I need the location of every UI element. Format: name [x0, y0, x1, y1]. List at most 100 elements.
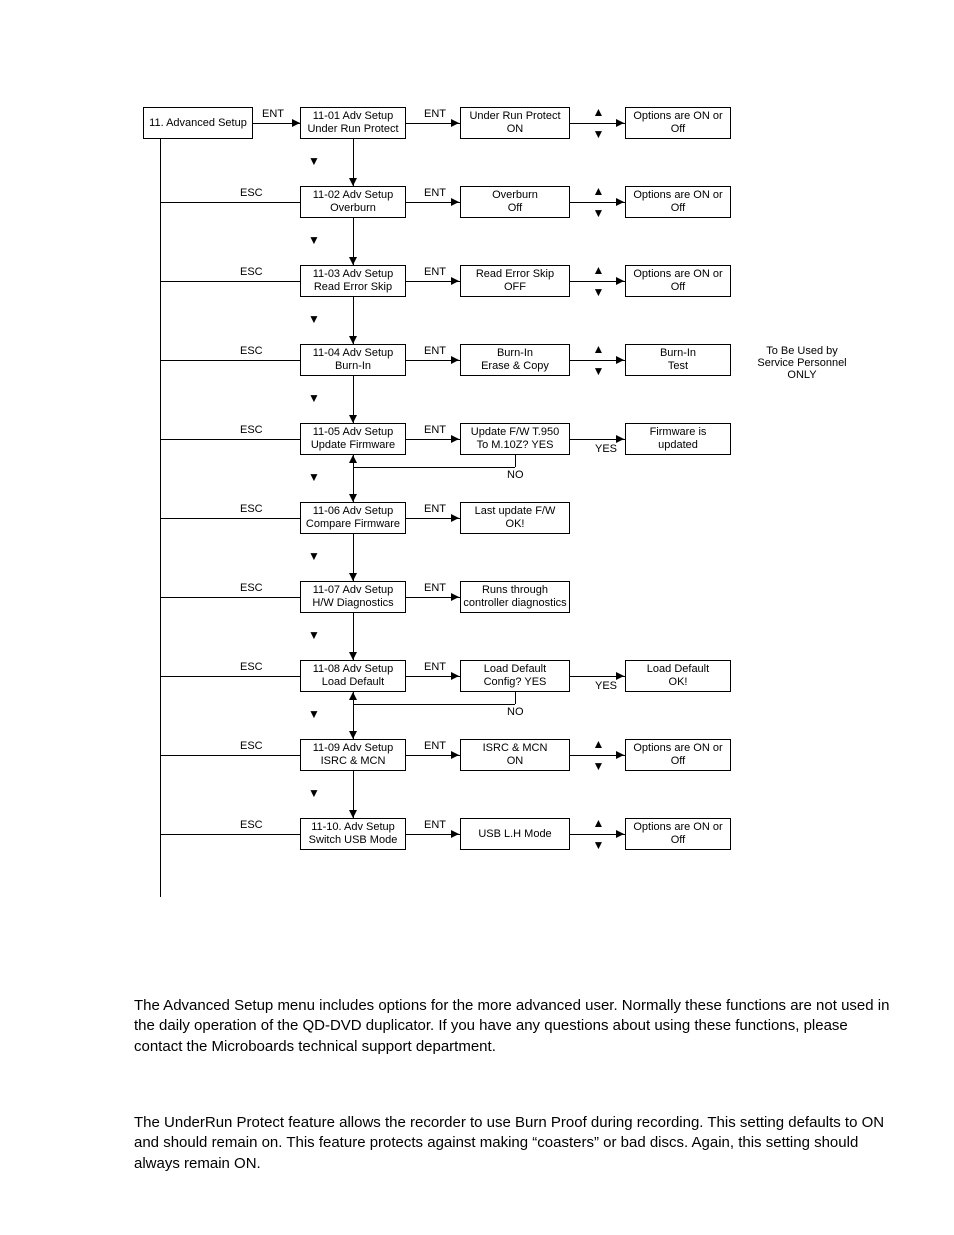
- ent-label: ENT: [424, 266, 446, 278]
- esc-label: ESC: [240, 503, 263, 515]
- esc-label: ESC: [240, 345, 263, 357]
- menu-box: 11-08 Adv Setup Load Default: [300, 660, 406, 692]
- state-box: Overburn Off: [460, 186, 570, 218]
- no-loop-h: [353, 467, 515, 468]
- state-result-arrow: [616, 356, 624, 364]
- down-arrow-icon: ▼: [308, 629, 320, 641]
- up-arrow-icon: ▲: [593, 106, 605, 118]
- down-arrow-icon: ▼: [593, 839, 605, 851]
- menu-box: 11-03 Adv Setup Read Error Skip: [300, 265, 406, 297]
- menu-down-arrow: [349, 731, 357, 739]
- esc-line: [160, 281, 300, 282]
- result-box: Options are ON or Off: [625, 265, 731, 297]
- up-arrow-icon: ▲: [593, 738, 605, 750]
- ent-label: ENT: [424, 108, 446, 120]
- down-arrow-icon: ▼: [593, 207, 605, 219]
- esc-label: ESC: [240, 187, 263, 199]
- row-note: To Be Used by Service Personnel ONLY: [747, 345, 857, 381]
- menu-down-arrow: [349, 652, 357, 660]
- yes-label: YES: [595, 680, 617, 692]
- esc-line: [160, 518, 300, 519]
- up-arrow-icon: ▲: [593, 817, 605, 829]
- no-label: NO: [507, 706, 524, 718]
- paragraph-2: The UnderRun Protect feature allows the …: [134, 1113, 894, 1174]
- ent-label: ENT: [424, 345, 446, 357]
- esc-line: [160, 360, 300, 361]
- ent-label: ENT: [424, 819, 446, 831]
- state-box: Last update F/W OK!: [460, 502, 570, 534]
- menu-down-arrow: [349, 494, 357, 502]
- esc-line: [160, 202, 300, 203]
- ent-arrow: [451, 672, 459, 680]
- menu-down-arrow: [349, 810, 357, 818]
- result-box: Options are ON or Off: [625, 739, 731, 771]
- down-arrow-icon: ▼: [593, 128, 605, 140]
- state-box: Burn-In Erase & Copy: [460, 344, 570, 376]
- state-box: Load Default Config? YES: [460, 660, 570, 692]
- root-ent-label: ENT: [262, 108, 284, 120]
- esc-label: ESC: [240, 266, 263, 278]
- esc-line: [160, 597, 300, 598]
- down-arrow-icon: ▼: [308, 313, 320, 325]
- menu-box: 11-07 Adv Setup H/W Diagnostics: [300, 581, 406, 613]
- ent-arrow: [451, 435, 459, 443]
- root-title: 11. Advanced Setup: [146, 117, 250, 130]
- state-result-arrow: [616, 277, 624, 285]
- ent-arrow: [451, 277, 459, 285]
- ent-arrow: [451, 356, 459, 364]
- down-arrow-icon: ▼: [308, 471, 320, 483]
- up-arrow-icon: ▲: [593, 264, 605, 276]
- state-result-arrow: [616, 198, 624, 206]
- down-arrow-icon: ▼: [308, 234, 320, 246]
- menu-down-arrow: [349, 257, 357, 265]
- ent-arrow: [451, 119, 459, 127]
- esc-line: [160, 676, 300, 677]
- result-box: Firmware is updated: [625, 423, 731, 455]
- result-box: Options are ON or Off: [625, 818, 731, 850]
- menu-box: 11-09 Adv Setup ISRC & MCN: [300, 739, 406, 771]
- down-arrow-icon: ▼: [308, 155, 320, 167]
- down-arrow-icon: ▼: [308, 550, 320, 562]
- result-box: Burn-In Test: [625, 344, 731, 376]
- ent-label: ENT: [424, 424, 446, 436]
- ent-arrow: [451, 593, 459, 601]
- down-arrow-icon: ▼: [593, 760, 605, 772]
- esc-line: [160, 755, 300, 756]
- menu-box: 11-06 Adv Setup Compare Firmware: [300, 502, 406, 534]
- esc-line: [160, 439, 300, 440]
- paragraph-1: The Advanced Setup menu includes options…: [134, 996, 894, 1057]
- no-label: NO: [507, 469, 524, 481]
- menu-box: 11-02 Adv Setup Overburn: [300, 186, 406, 218]
- up-arrow-icon: ▲: [593, 343, 605, 355]
- esc-line: [160, 834, 300, 835]
- menu-box: 11-04 Adv Setup Burn-In: [300, 344, 406, 376]
- state-result-arrow: [616, 751, 624, 759]
- yes-label: YES: [595, 443, 617, 455]
- root-box: 11. Advanced Setup: [143, 107, 253, 139]
- esc-label: ESC: [240, 661, 263, 673]
- esc-label: ESC: [240, 740, 263, 752]
- down-arrow-icon: ▼: [593, 365, 605, 377]
- ent-arrow: [451, 830, 459, 838]
- esc-label: ESC: [240, 819, 263, 831]
- down-arrow-icon: ▼: [308, 787, 320, 799]
- state-result-arrow: [616, 435, 624, 443]
- down-arrow-icon: ▼: [308, 708, 320, 720]
- state-box: USB L.H Mode: [460, 818, 570, 850]
- state-result-arrow: [616, 830, 624, 838]
- menu-box: 11-10. Adv Setup Switch USB Mode: [300, 818, 406, 850]
- esc-label: ESC: [240, 582, 263, 594]
- no-loop-v1: [515, 455, 516, 467]
- no-loop-h: [353, 704, 515, 705]
- no-loop-v1: [515, 692, 516, 704]
- down-arrow-icon: ▼: [593, 286, 605, 298]
- ent-label: ENT: [424, 740, 446, 752]
- ent-arrow: [451, 751, 459, 759]
- ent-arrow: [451, 514, 459, 522]
- ent-arrow: [451, 198, 459, 206]
- menu-down-arrow: [349, 573, 357, 581]
- ent-label: ENT: [424, 661, 446, 673]
- down-arrow-icon: ▼: [308, 392, 320, 404]
- menu-down-arrow: [349, 415, 357, 423]
- state-result-arrow: [616, 672, 624, 680]
